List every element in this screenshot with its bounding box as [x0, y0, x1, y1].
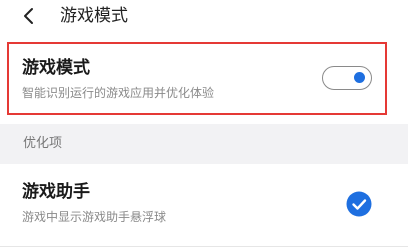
game-mode-settings-page: 游戏模式 游戏模式 智能识别运行的游戏应用并优化体验 优化项 游戏助手 游戏中显… [0, 0, 408, 251]
game-assistant-checkbox[interactable] [346, 191, 372, 217]
bottom-divider [0, 246, 408, 247]
back-button[interactable] [18, 4, 40, 28]
game-assistant-title: 游戏助手 [22, 182, 90, 202]
toggle-knob [354, 72, 365, 83]
chevron-left-icon [24, 8, 33, 24]
game-assistant-subtitle: 游戏中显示游戏助手悬浮球 [22, 210, 167, 224]
page-title: 游戏模式 [60, 6, 128, 26]
game-mode-title: 游戏模式 [22, 58, 90, 78]
section-label-optimization: 优化项 [23, 136, 63, 151]
game-mode-toggle[interactable] [322, 66, 372, 90]
game-mode-subtitle: 智能识别运行的游戏应用并优化体验 [22, 86, 215, 100]
header-bar: 游戏模式 [0, 0, 408, 34]
check-circle-icon [346, 191, 372, 217]
